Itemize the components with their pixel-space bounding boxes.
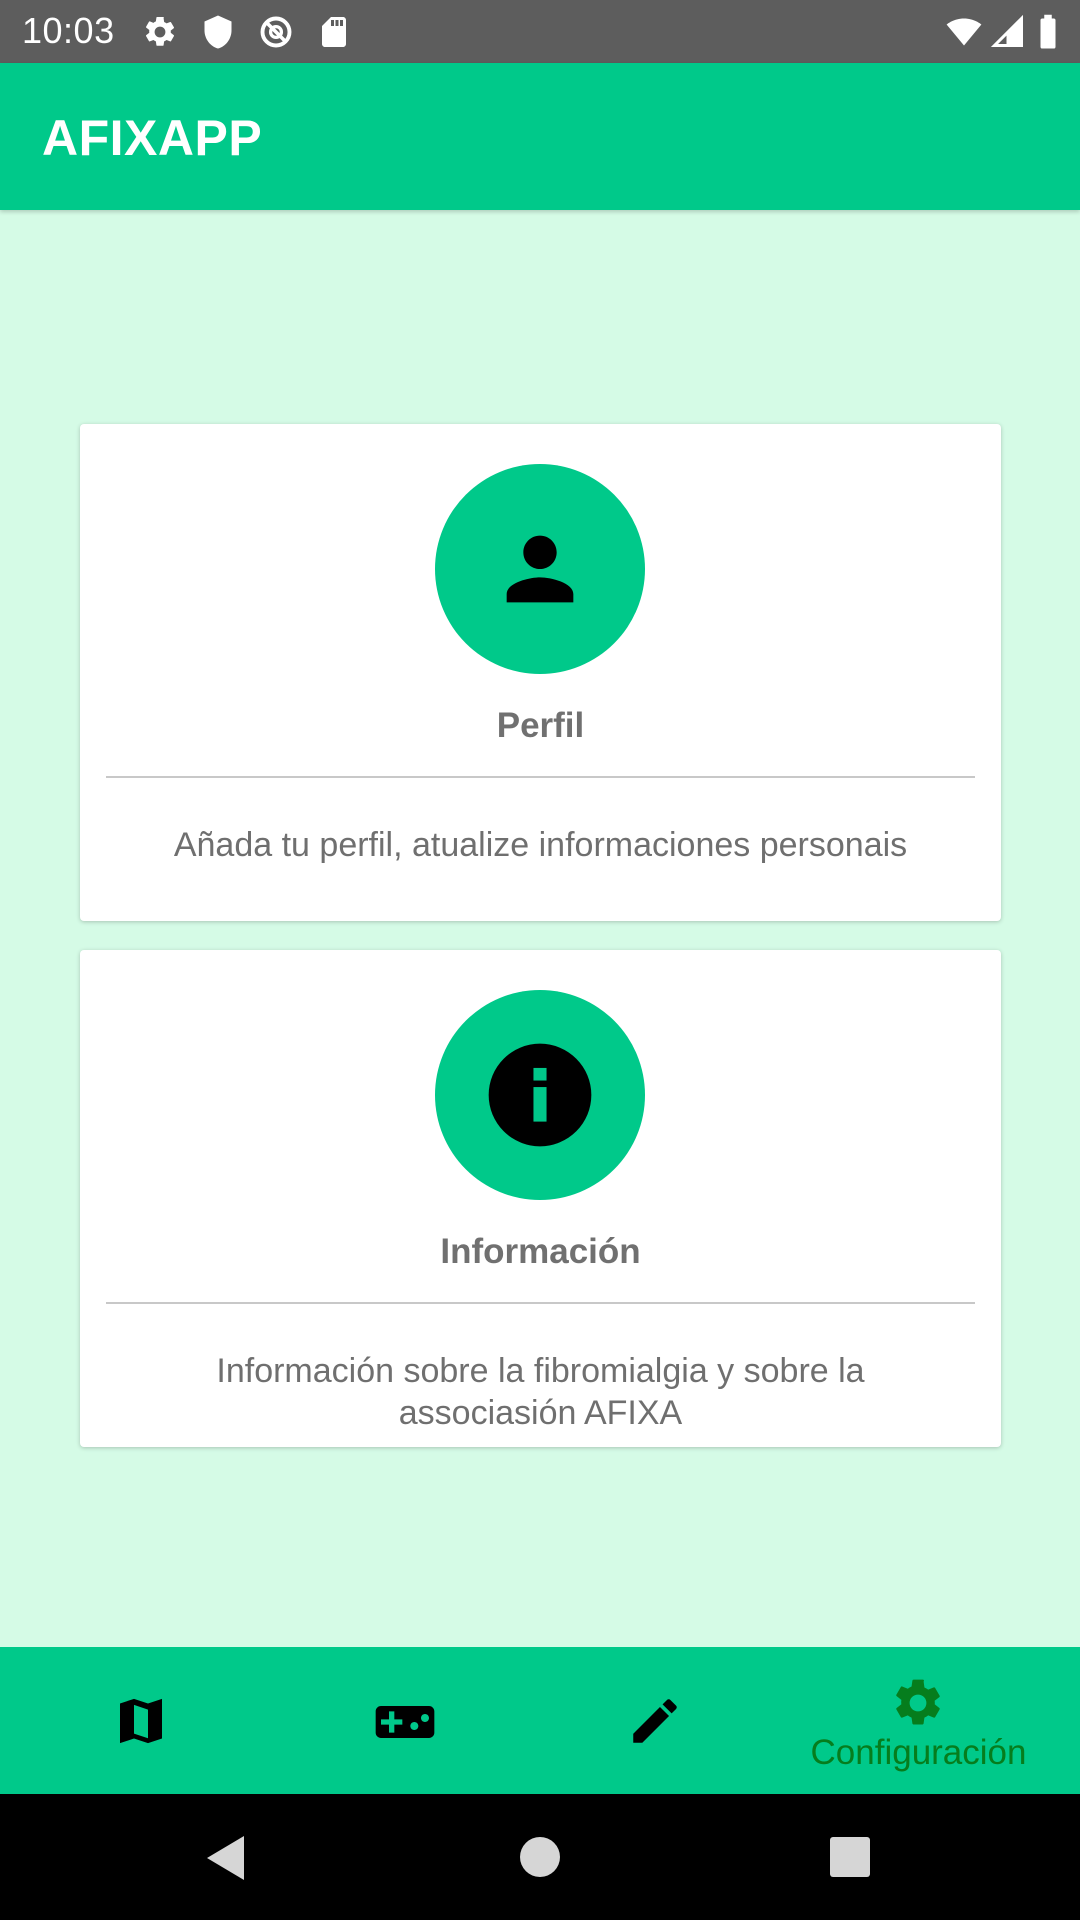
sd-card-icon xyxy=(316,14,352,50)
person-icon xyxy=(506,535,574,603)
gear-icon xyxy=(896,1679,940,1725)
profile-avatar xyxy=(435,464,645,674)
nav-label-settings: Configuración xyxy=(810,1733,1027,1772)
profile-card-title: Perfil xyxy=(496,706,585,745)
info-icon xyxy=(488,1043,592,1147)
info-card-description: Información sobre la fibromialgia y sobr… xyxy=(216,1352,865,1432)
pencil-icon xyxy=(633,1699,677,1743)
profile-card-description: Añada tu perfil, atualize informaciones … xyxy=(173,826,908,864)
system-navigation-bar xyxy=(0,1794,1080,1920)
status-time: 10:03 xyxy=(22,10,115,51)
info-card[interactable]: Información Información sobre la fibromi… xyxy=(80,950,1001,1447)
home-icon[interactable] xyxy=(519,1836,561,1878)
recents-icon[interactable] xyxy=(830,1837,870,1877)
info-card-title: Información xyxy=(440,1232,641,1271)
cell-signal-icon xyxy=(990,14,1026,50)
gear-icon xyxy=(142,14,178,50)
data-saver-icon xyxy=(258,14,294,50)
divider xyxy=(106,1302,975,1304)
app-bar: AFIXAPP xyxy=(0,63,1080,210)
battery-icon xyxy=(1036,14,1060,50)
gamepad-icon xyxy=(375,1706,435,1738)
nav-item-edit[interactable] xyxy=(540,1647,810,1794)
shield-icon xyxy=(200,14,236,50)
nav-item-games[interactable] xyxy=(270,1647,540,1794)
bottom-navigation: Configuración xyxy=(0,1647,1080,1794)
map-icon xyxy=(120,1698,162,1744)
app-title: AFIXAPP xyxy=(42,110,263,166)
info-avatar xyxy=(435,990,645,1200)
nav-item-settings[interactable]: Configuración xyxy=(780,1647,1057,1794)
back-icon[interactable] xyxy=(204,1834,248,1882)
profile-card[interactable]: Perfil Añada tu perfil, atualize informa… xyxy=(80,424,1001,921)
status-bar: 10:03 xyxy=(0,0,1080,63)
divider xyxy=(106,776,975,778)
wifi-icon xyxy=(944,14,984,50)
nav-item-map[interactable] xyxy=(0,1647,270,1794)
